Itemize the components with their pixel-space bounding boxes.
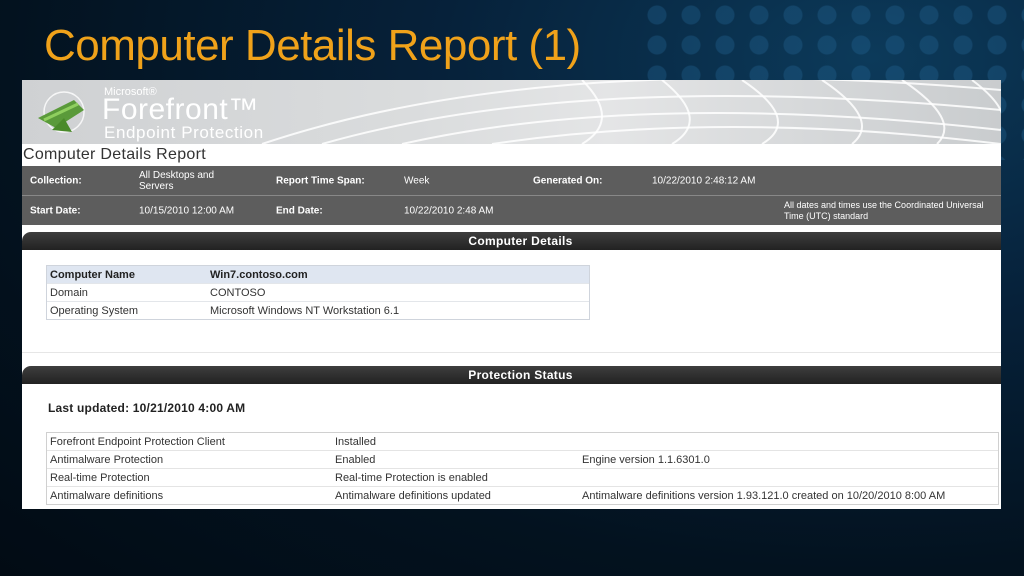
parameter-row: Collection: All Desktops and Servers Rep… xyxy=(22,166,1001,195)
timespan-value: Week xyxy=(404,175,430,186)
slide-title: Computer Details Report (1) xyxy=(44,21,581,70)
collection-label: Collection: xyxy=(30,175,82,186)
status-detail: Engine version 1.1.6301.0 xyxy=(582,453,710,466)
status-item: Forefront Endpoint Protection Client xyxy=(50,435,225,448)
protection-status-header: Protection Status xyxy=(22,366,1001,384)
status-value: Installed xyxy=(335,435,376,448)
row-value: Win7.contoso.com xyxy=(210,268,308,281)
table-row: Computer Name Win7.contoso.com xyxy=(47,266,589,283)
section-divider xyxy=(22,352,1001,353)
computer-details-header: Computer Details xyxy=(22,232,1001,250)
last-updated-text: Last updated: 10/21/2010 4:00 AM xyxy=(48,401,246,415)
table-row: Antimalware definitions Antimalware defi… xyxy=(47,486,998,504)
status-item: Antimalware definitions xyxy=(50,489,164,502)
product-banner: Microsoft® Forefront™ Endpoint Protectio… xyxy=(22,80,1001,144)
end-date-label: End Date: xyxy=(276,205,323,216)
forefront-logo-icon xyxy=(38,91,85,133)
brand-endpoint-protection: Endpoint Protection xyxy=(104,123,264,142)
generated-value: 10/22/2010 2:48:12 AM xyxy=(652,175,756,186)
start-date-value: 10/15/2010 12:00 AM xyxy=(139,205,235,216)
status-value: Antimalware definitions updated xyxy=(335,489,491,502)
row-label: Computer Name xyxy=(50,268,135,281)
row-value: CONTOSO xyxy=(210,286,266,299)
table-row: Operating System Microsoft Windows NT Wo… xyxy=(47,301,589,319)
protection-status-table: Forefront Endpoint Protection Client Ins… xyxy=(46,432,999,505)
end-date-value: 10/22/2010 2:48 AM xyxy=(404,205,494,216)
collection-value: All Desktops and Servers xyxy=(139,169,215,192)
timespan-label: Report Time Span: xyxy=(276,175,365,186)
parameter-row: Start Date: 10/15/2010 12:00 AM End Date… xyxy=(22,195,1001,225)
report-title: Computer Details Report xyxy=(23,146,206,163)
row-label: Domain xyxy=(50,286,88,299)
row-value: Microsoft Windows NT Workstation 6.1 xyxy=(210,304,400,317)
computer-details-table: Computer Name Win7.contoso.com Domain CO… xyxy=(46,265,590,320)
table-row: Antimalware Protection Enabled Engine ve… xyxy=(47,450,998,468)
status-value: Enabled xyxy=(335,453,376,466)
report-screenshot: Microsoft® Forefront™ Endpoint Protectio… xyxy=(22,80,1001,509)
table-row: Forefront Endpoint Protection Client Ins… xyxy=(47,433,998,450)
utc-note: All dates and times use the Coordinated … xyxy=(784,199,984,221)
status-item: Antimalware Protection xyxy=(50,453,164,466)
brand-forefront: Forefront™ xyxy=(102,93,259,126)
report-parameters: Collection: All Desktops and Servers Rep… xyxy=(22,166,1001,225)
row-label: Operating System xyxy=(50,304,139,317)
status-value: Real-time Protection is enabled xyxy=(335,471,488,484)
table-row: Real-time Protection Real-time Protectio… xyxy=(47,468,998,486)
table-row: Domain CONTOSO xyxy=(47,283,589,301)
start-date-label: Start Date: xyxy=(30,205,81,216)
status-item: Real-time Protection xyxy=(50,471,150,484)
status-detail: Antimalware definitions version 1.93.121… xyxy=(582,489,946,502)
generated-label: Generated On: xyxy=(533,175,603,186)
